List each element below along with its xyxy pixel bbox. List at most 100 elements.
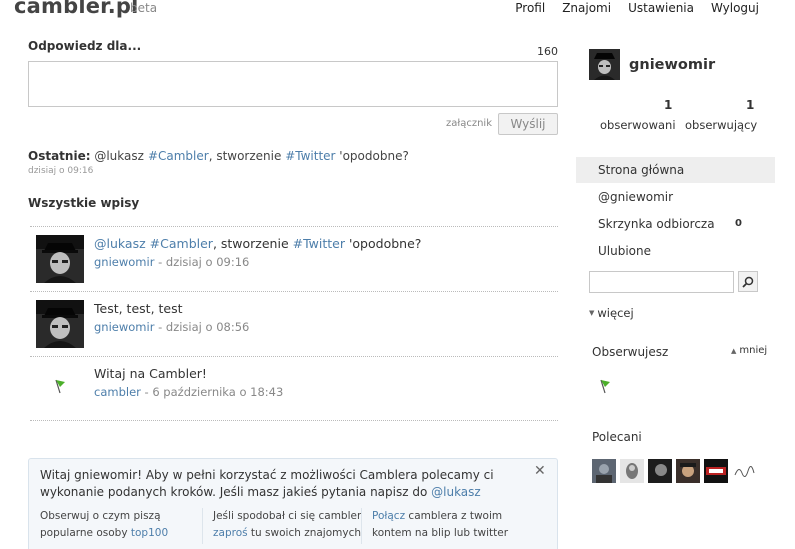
following-label[interactable]: obserwowani — [600, 118, 676, 132]
post-time: - dzisiaj o 08:56 — [154, 320, 250, 334]
following-title: Obserwujesz — [592, 345, 669, 359]
more-toggle[interactable]: ▼ więcej — [589, 306, 634, 320]
cambler-flag-icon[interactable] — [52, 378, 68, 394]
search-icon — [742, 276, 754, 288]
connect-link[interactable]: Połącz — [372, 510, 405, 522]
char-counter: 160 — [537, 45, 558, 58]
divider — [30, 226, 558, 227]
site-logo[interactable]: cambler.pl — [14, 0, 139, 18]
latest-time: dzisiaj o 09:16 — [28, 166, 94, 176]
sidebar-item-label: Ulubione — [598, 244, 652, 258]
recommended-avatar[interactable] — [704, 459, 728, 483]
avatar[interactable] — [589, 49, 620, 80]
sidebar-item-home[interactable]: Strona główna — [576, 157, 775, 183]
recommended-avatar[interactable] — [732, 459, 756, 483]
divider — [361, 508, 362, 544]
user-photo-icon — [620, 459, 644, 483]
latest-mention[interactable]: @lukasz — [94, 149, 144, 163]
cambler-flag-icon[interactable] — [597, 378, 613, 394]
nav-friends[interactable]: Znajomi — [562, 1, 611, 15]
nav-logout[interactable]: Wyloguj — [711, 1, 759, 15]
latest-text: , stworzenie — [208, 149, 286, 163]
post-time: - 6 października o 18:43 — [140, 385, 284, 399]
post-meta: gniewomir - dzisiaj o 08:56 — [94, 320, 249, 334]
notice-body: Witaj gniewomir! Aby w pełni korzystać z… — [40, 468, 494, 499]
more-label: więcej — [597, 306, 634, 320]
post-body-end: 'opodobne? — [345, 236, 422, 251]
signature-icon — [732, 459, 756, 483]
avatar[interactable] — [36, 300, 84, 348]
sidebar-item-mentions[interactable]: @gniewomir — [576, 184, 775, 210]
post-tag-twitter[interactable]: #Twitter — [293, 236, 345, 251]
latest-label: Ostatnie: — [28, 149, 91, 163]
less-label: mniej — [739, 345, 768, 356]
following-count[interactable]: 1 — [664, 98, 672, 112]
post-body: , stworzenie — [212, 236, 293, 251]
sidebar-item-favorites[interactable]: Ulubione — [576, 238, 775, 264]
divider — [30, 356, 558, 357]
top-nav: Profil Znajomi Ustawienia Wyloguj — [515, 1, 759, 15]
notice-step-follow: Obserwuj o czym piszą popularne osoby to… — [40, 508, 200, 542]
reply-title: Odpowiedz dla... — [28, 39, 142, 53]
beta-label: beta — [130, 1, 158, 15]
followers-count[interactable]: 1 — [746, 98, 754, 112]
post-time: - dzisiaj o 09:16 — [154, 255, 250, 269]
recommended-avatar[interactable] — [648, 459, 672, 483]
notice-step-connect: Połącz camblera z twoim kontem na blip l… — [372, 508, 532, 542]
post-author[interactable]: gniewomir — [94, 255, 154, 269]
attachment-link[interactable]: załącznik — [446, 118, 492, 129]
triangle-up-icon: ▲ — [731, 347, 737, 355]
triangle-down-icon: ▼ — [589, 309, 595, 317]
sidebar-item-label: Skrzynka odbiorcza — [598, 217, 715, 231]
post-author[interactable]: gniewomir — [94, 320, 154, 334]
top100-link[interactable]: top100 — [131, 527, 168, 539]
notice-text: Witaj gniewomir! Aby w pełni korzystać z… — [40, 467, 520, 501]
post-author[interactable]: cambler — [94, 385, 141, 399]
flag-icon — [600, 379, 610, 394]
post-tag-cambler[interactable]: #Cambler — [150, 236, 213, 251]
recommended-title: Polecani — [592, 430, 642, 444]
recommended-avatar[interactable] — [592, 459, 616, 483]
recommended-avatar[interactable] — [676, 459, 700, 483]
inbox-count-badge: 0 — [735, 218, 742, 229]
invite-link[interactable]: zaproś — [213, 527, 248, 539]
flag-icon — [55, 379, 65, 394]
user-photo-icon — [36, 235, 84, 283]
search-input[interactable] — [589, 271, 734, 293]
notice-step-invite: Jeśli spodobał ci się cambler zaproś tu … — [213, 508, 373, 542]
reply-input[interactable] — [28, 61, 558, 107]
post-text: @lukasz #Cambler, stworzenie #Twitter 'op… — [94, 236, 421, 251]
sidebar-item-label: @gniewomir — [598, 190, 674, 204]
divider — [202, 508, 203, 544]
send-button[interactable]: Wyślij — [498, 113, 558, 135]
followers-label[interactable]: obserwujący — [685, 118, 757, 132]
user-photo-icon — [648, 459, 672, 483]
latest-status: Ostatnie: @lukasz #Cambler, stworzenie #T… — [28, 149, 409, 163]
less-toggle[interactable]: ▲ mniej — [731, 345, 767, 356]
avatar[interactable] — [36, 235, 84, 283]
notice-mention[interactable]: @lukasz — [431, 485, 481, 499]
post-meta: gniewomir - dzisiaj o 09:16 — [94, 255, 249, 269]
user-photo-icon — [592, 459, 616, 483]
step-text: tu swoich znajomych — [247, 527, 362, 539]
latest-text-end: 'opodobne? — [335, 149, 409, 163]
sidebar-item-inbox[interactable]: Skrzynka odbiorcza 0 — [576, 211, 775, 237]
user-photo-icon — [36, 300, 84, 348]
nav-profile[interactable]: Profil — [515, 1, 545, 15]
search-button[interactable] — [738, 271, 758, 292]
step-text: Jeśli spodobał ci się cambler — [213, 510, 362, 522]
latest-tag-twitter[interactable]: #Twitter — [285, 149, 335, 163]
post-meta: cambler - 6 października o 18:43 — [94, 385, 283, 399]
close-icon[interactable]: ✕ — [534, 463, 546, 479]
welcome-notice: Witaj gniewomir! Aby w pełni korzystać z… — [28, 458, 558, 549]
all-posts-title: Wszystkie wpisy — [28, 196, 140, 210]
user-photo-icon — [676, 459, 700, 483]
divider — [30, 291, 558, 292]
nav-settings[interactable]: Ustawienia — [628, 1, 694, 15]
recommended-avatar[interactable] — [620, 459, 644, 483]
divider — [30, 420, 558, 421]
post-mention[interactable]: @lukasz — [94, 236, 146, 251]
user-photo-icon — [589, 49, 620, 80]
latest-tag-cambler[interactable]: #Cambler — [148, 149, 209, 163]
sidebar-username[interactable]: gniewomir — [629, 57, 715, 73]
